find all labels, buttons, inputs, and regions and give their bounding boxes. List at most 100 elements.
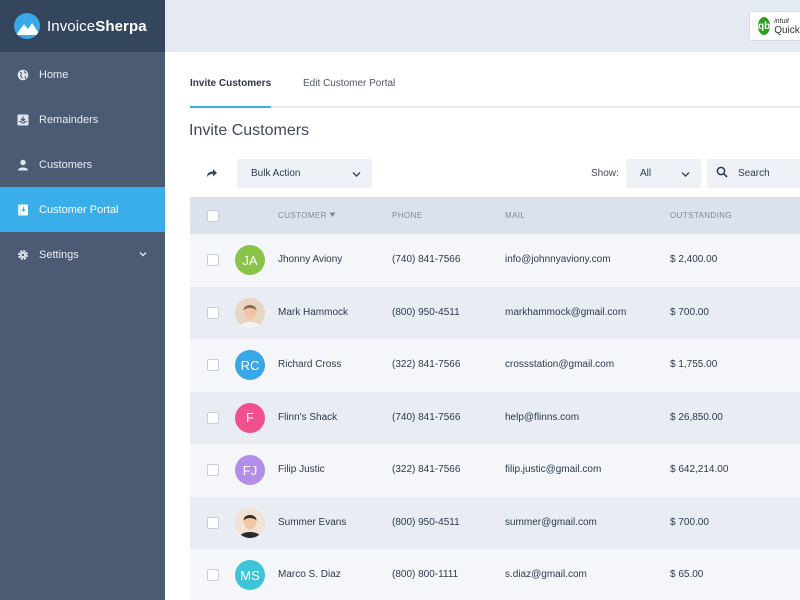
row-checkbox[interactable] — [207, 359, 219, 371]
column-header-mail: MAIL — [505, 211, 526, 220]
customer-outstanding: $ 642,214.00 — [670, 464, 729, 475]
tab-bar: Invite Customers Edit Customer Portal — [190, 52, 800, 108]
avatar-photo-icon — [235, 507, 265, 538]
avatar-photo-icon — [235, 297, 265, 328]
show-filter-label: Show: — [591, 168, 619, 179]
bulk-action-label: Bulk Action — [251, 168, 301, 179]
quickbooks-name-label: QuickBooks — [774, 25, 800, 36]
sort-desc-icon — [329, 212, 336, 217]
quickbooks-badge[interactable]: qb intuit QuickBooks — [749, 11, 800, 41]
main-content: Invite Customers Edit Customer Portal In… — [165, 52, 800, 600]
sidebar-item-label: Settings — [39, 248, 79, 261]
sidebar-item-label: Home — [39, 68, 69, 81]
customer-name[interactable]: Summer Evans — [278, 517, 346, 528]
sidebar-item-settings[interactable]: Settings — [0, 232, 165, 277]
customer-outstanding: $ 65.00 — [670, 569, 704, 580]
table-row[interactable]: F Flinn's Shack (740) 841-7566 help@flinns.… — [190, 391, 800, 444]
table-header: CUSTOMER PHONE MAIL OUTSTANDING — [190, 197, 800, 234]
select-all-checkbox[interactable] — [207, 210, 219, 222]
customer-phone: (322) 841-7566 — [392, 359, 461, 370]
customer-mail: summer@gmail.com — [505, 516, 597, 528]
row-checkbox[interactable] — [207, 464, 219, 476]
avatar: JA — [235, 245, 265, 275]
search-input[interactable] — [738, 168, 800, 179]
avatar: F — [235, 402, 265, 433]
sidebar-item-home[interactable]: Home — [0, 52, 165, 97]
row-checkbox[interactable] — [207, 569, 219, 581]
sidebar-item-label: Customers — [39, 158, 93, 171]
quickbooks-text: intuit QuickBooks — [774, 17, 800, 36]
table-row[interactable]: JA Jhonny Aviony (740) 841-7566 info@johnny… — [190, 234, 800, 287]
table-row[interactable]: Summer Evans (800) 950-4511 summer@gmail.c… — [190, 496, 800, 549]
customer-mail: s.diaz@gmail.com — [505, 569, 587, 580]
customer-mail: help@flinns.com — [505, 411, 580, 423]
globe-icon — [16, 68, 29, 81]
bulk-action-dropdown[interactable]: Bulk Action — [237, 159, 372, 188]
customer-outstanding: $ 700.00 — [670, 306, 709, 318]
page-title: Invite Customers — [189, 122, 310, 139]
table-row[interactable]: FJ Filip Justic (322) 841-7566 filip.justic… — [190, 444, 800, 497]
sidebar-item-label: Remainders — [39, 113, 99, 126]
avatar — [235, 507, 265, 538]
customer-name[interactable]: Richard Cross — [278, 359, 341, 370]
sidebar-item-remainders[interactable]: Remainders — [0, 97, 165, 142]
customer-outstanding: $ 1,755.00 — [670, 359, 718, 370]
sidebar-item-customer-portal[interactable]: Customer Portal — [0, 187, 165, 232]
sidebar-item-label: Customer Portal — [39, 203, 119, 216]
column-header-phone: PHONE — [392, 211, 423, 220]
column-header-customer[interactable]: CUSTOMER — [278, 211, 336, 220]
customer-name[interactable]: Filip Justic — [278, 464, 325, 475]
customer-name[interactable]: Flinn's Shack — [278, 412, 337, 423]
customer-name[interactable]: Mark Hammock — [278, 307, 348, 318]
portal-icon — [16, 203, 29, 216]
customer-phone: (322) 841-7566 — [392, 464, 461, 475]
customers-table: CUSTOMER PHONE MAIL OUTSTANDING JA Jhonny… — [190, 197, 800, 600]
show-filter-value: All — [640, 168, 652, 179]
avatar: MS — [235, 560, 265, 590]
active-tab-indicator — [190, 106, 271, 108]
avatar: FJ — [235, 455, 265, 485]
customer-outstanding: $ 2,400.00 — [670, 254, 718, 265]
customer-mail: markhammock@gmail.com — [505, 306, 627, 318]
row-checkbox[interactable] — [207, 254, 219, 266]
user-icon — [16, 158, 29, 171]
top-bar: qb intuit QuickBooks — [165, 0, 800, 52]
chevron-down-icon — [681, 170, 690, 177]
inbox-icon — [16, 113, 29, 126]
tab-invite-customers[interactable]: Invite Customers — [190, 78, 271, 89]
customer-mail: crossstation@gmail.com — [505, 359, 615, 370]
customer-phone: (800) 950-4511 — [392, 516, 460, 528]
brand-header: InvoiceSherpa — [0, 0, 165, 52]
customer-name[interactable]: Marco S. Diaz — [278, 569, 341, 580]
customer-mail: info@johnnyaviony.com — [505, 254, 611, 265]
avatar: RC — [235, 350, 265, 380]
share-arrow-icon[interactable] — [205, 166, 219, 180]
row-checkbox[interactable] — [207, 306, 219, 319]
chevron-down-icon — [352, 170, 361, 177]
customer-phone: (800) 800-1111 — [392, 569, 459, 580]
row-checkbox[interactable] — [207, 411, 219, 424]
table-row[interactable]: RC Richard Cross (322) 841-7566 crossstatio… — [190, 339, 800, 392]
table-body: JA Jhonny Aviony (740) 841-7566 info@johnny… — [190, 234, 800, 600]
gear-icon — [16, 248, 29, 261]
avatar — [235, 297, 265, 328]
brand-logo-icon — [14, 13, 40, 39]
customer-name[interactable]: Jhonny Aviony — [278, 254, 342, 265]
sidebar-item-customers[interactable]: Customers — [0, 142, 165, 187]
brand-name: InvoiceSherpa — [47, 18, 147, 35]
search-icon — [716, 165, 728, 183]
customer-outstanding: $ 700.00 — [670, 516, 709, 528]
customer-phone: (740) 841-7566 — [392, 411, 461, 423]
row-checkbox[interactable] — [207, 516, 219, 529]
quickbooks-logo-icon: qb — [758, 17, 771, 35]
brand-name-light: Invoice — [47, 17, 96, 35]
show-filter-dropdown[interactable]: All — [626, 159, 701, 188]
table-row[interactable]: Mark Hammock (800) 950-4511 markhammock@gm… — [190, 286, 800, 339]
sidebar: InvoiceSherpa Home Remainders Customers … — [0, 0, 165, 600]
customer-phone: (800) 950-4511 — [392, 306, 460, 318]
tab-edit-customer-portal[interactable]: Edit Customer Portal — [303, 78, 395, 89]
search-box[interactable] — [707, 159, 800, 188]
brand-name-bold: Sherpa — [95, 17, 147, 35]
chevron-down-icon[interactable] — [138, 249, 148, 259]
table-row[interactable]: MS Marco S. Diaz (800) 800-1111 s.diaz@gmai… — [190, 549, 800, 600]
